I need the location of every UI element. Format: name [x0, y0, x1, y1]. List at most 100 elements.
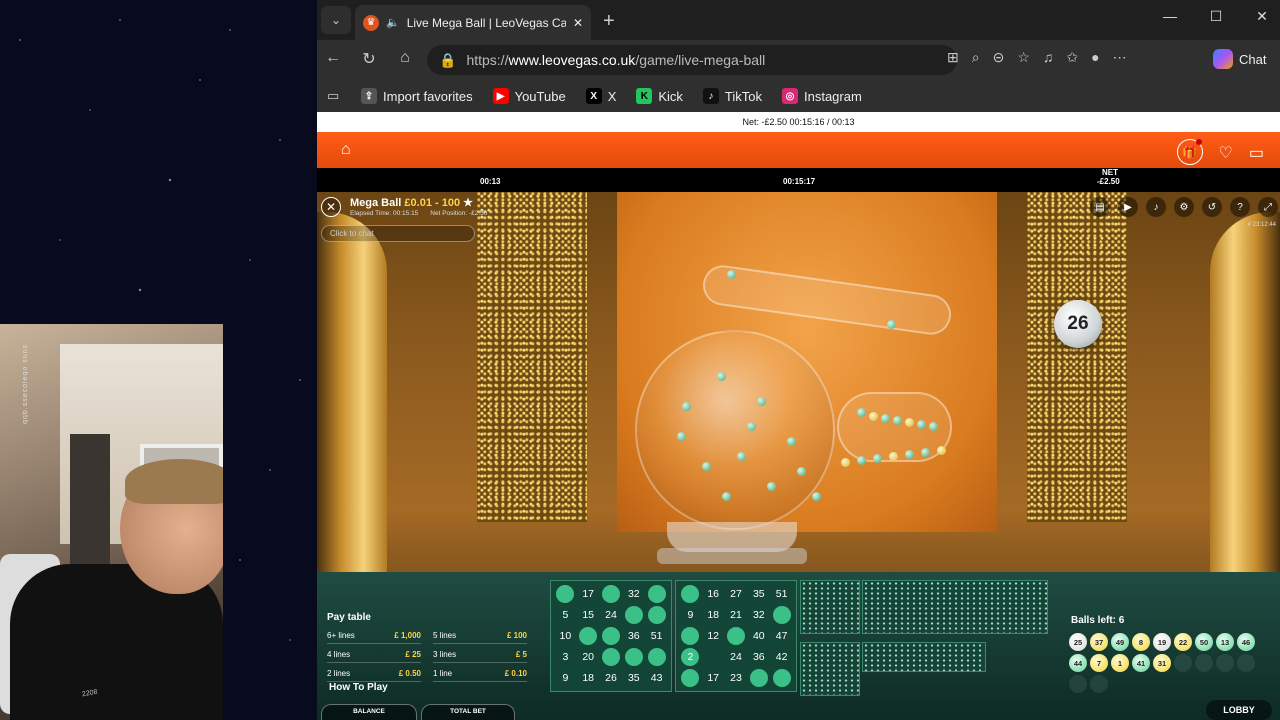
empty-ball-slot — [1216, 654, 1234, 672]
close-window-button[interactable]: ✕ — [1247, 8, 1277, 25]
card-cell: 16 — [707, 588, 720, 601]
url-field[interactable]: 🔒 https://www.leovegas.co.uk/game/live-m… — [427, 45, 957, 75]
media-icon[interactable]: ♫ — [1043, 49, 1054, 66]
balance-display: BALANCE — [321, 704, 417, 720]
machine-ball — [812, 492, 821, 501]
drawn-ball: 22 — [1174, 633, 1192, 651]
bookmark-x[interactable]: XX — [585, 88, 616, 104]
mini-card[interactable] — [800, 642, 860, 696]
machine-ball — [869, 412, 878, 421]
card-cell: 20 — [582, 650, 595, 663]
tab-sidebar-icon[interactable]: ▭ — [327, 88, 341, 104]
help-icon[interactable]: ? — [1230, 197, 1250, 217]
how-to-play-link[interactable]: How To Play — [329, 682, 388, 693]
bingo-card-2[interactable]: 16 27 35 51 9 18 21 32 12 40 47 2 24 36 42 17 23 — [675, 580, 797, 692]
card-cell — [577, 626, 600, 647]
card-cell: 9 — [562, 671, 569, 684]
copilot-chat-button[interactable]: Chat — [1213, 49, 1266, 69]
more-tools-icon[interactable]: ⊝ — [993, 49, 1005, 66]
tab-actions-button[interactable]: ⌄ — [321, 6, 351, 34]
lobby-button[interactable]: LOBBY — [1206, 700, 1272, 720]
chat-toggle-icon[interactable]: ▤ — [1090, 197, 1110, 217]
leovegas-favicon: ♛ — [363, 14, 379, 31]
info-net: -£2.50 — [1097, 177, 1120, 186]
drawn-ball: 41 — [1132, 654, 1150, 672]
machine-ball — [727, 270, 736, 279]
bookmark-label: YouTube — [514, 88, 566, 104]
history-icon[interactable]: ↺ — [1202, 197, 1222, 217]
home-button[interactable]: ⌂ — [393, 49, 417, 71]
import-icon: ⇪ — [361, 88, 377, 104]
paytable-row: 4 lines £ 25 — [327, 650, 421, 663]
settings-more-icon[interactable]: ⋯ — [1113, 49, 1127, 66]
machine-ball — [722, 492, 731, 501]
bookmark-label: Import favorites — [383, 88, 473, 104]
settings-gear-icon[interactable]: ⚙ — [1174, 197, 1194, 217]
empty-ball-slot — [1174, 654, 1192, 672]
mini-card[interactable] — [800, 580, 860, 634]
drawn-ball: 50 — [1195, 633, 1213, 651]
game-stage: 26 ✕ Mega Ball £0.01 - 100 ★ Elapsed Tim… — [317, 192, 1280, 720]
card-cell — [679, 626, 702, 647]
chat-input[interactable]: Click to chat — [321, 225, 475, 242]
machine-ball — [889, 452, 898, 461]
lock-icon[interactable]: 🔒 — [439, 52, 456, 69]
close-tab-icon[interactable]: ✕ — [573, 16, 583, 30]
drawn-ball: 46 — [1237, 633, 1255, 651]
favorites-icon[interactable]: ✩ — [1066, 49, 1078, 66]
video-icon[interactable]: ▶ — [1118, 197, 1138, 217]
maximize-button[interactable]: ☐ — [1201, 8, 1231, 25]
fullscreen-icon[interactable]: ⤢ — [1258, 197, 1278, 217]
machine-ball — [797, 467, 806, 476]
site-header: ⌂ 🎁 ♡ ▭ — [317, 132, 1280, 168]
mini-card-group[interactable] — [862, 580, 1048, 634]
drawn-ball: 7 — [1090, 654, 1108, 672]
card-cell: 35 — [627, 671, 640, 684]
back-button[interactable]: ← — [321, 49, 345, 71]
bookmark-tiktok[interactable]: ♪ TikTok — [702, 88, 762, 104]
bingo-card-1[interactable]: 17 32 5 15 24 10 36 51 3 20 9 18 26 35 43 — [550, 580, 672, 692]
profile-avatar-icon[interactable]: ● — [1091, 49, 1099, 66]
sound-icon[interactable]: ♪ — [1146, 197, 1166, 217]
info-time: 00:13 — [480, 177, 501, 186]
card-cell: 26 — [605, 671, 617, 684]
close-game-button[interactable]: ✕ — [321, 197, 341, 217]
speaker-icon[interactable]: 🔈 — [386, 16, 400, 29]
bookmark-import[interactable]: ⇪ Import favorites — [361, 88, 473, 104]
refresh-button[interactable]: ↻ — [357, 49, 381, 71]
drawn-ball: 31 — [1153, 654, 1171, 672]
card-cell: 15 — [582, 609, 595, 622]
url-scheme: https:// — [466, 52, 509, 68]
info-star-icon[interactable]: ★ — [463, 197, 473, 209]
wallet-icon[interactable]: ▭ — [1249, 143, 1264, 165]
heart-icon[interactable]: ♡ — [1219, 143, 1233, 165]
info-net-label: NET — [1102, 168, 1118, 177]
bookmark-kick[interactable]: K Kick — [636, 88, 683, 104]
copilot-icon — [1213, 49, 1233, 69]
elapsed-time: Elapsed Time: 00:15:15 — [350, 210, 419, 217]
zoom-icon[interactable]: ⌕ — [972, 49, 980, 66]
card-cell: 5 — [562, 609, 569, 622]
mini-card-group[interactable] — [862, 642, 986, 672]
card-cell — [600, 626, 623, 647]
bookmark-youtube[interactable]: ▶ YouTube — [492, 88, 566, 104]
address-bar-row: ← ↻ ⌂ 🔒 https://www.leovegas.co.uk/game/… — [317, 40, 1280, 80]
tab-title: Live Mega Ball | LeoVegas Casino — [406, 15, 566, 30]
machine-ball — [737, 452, 746, 461]
apps-icon[interactable]: ⊞ — [947, 49, 959, 66]
card-cell: 18 — [582, 671, 595, 684]
card-cell — [679, 667, 702, 688]
browser-window: ⌄ ♛ 🔈 Live Mega Ball | LeoVegas Casino ✕… — [317, 0, 1280, 720]
minimize-button[interactable]: — — [1155, 8, 1185, 24]
bookmark-instagram[interactable]: ◎ Instagram — [782, 88, 862, 104]
site-home-icon[interactable]: ⌂ — [341, 141, 351, 159]
drawn-ball: 1 — [1111, 654, 1129, 672]
new-tab-button[interactable]: + — [603, 10, 615, 33]
favorite-star-icon[interactable]: ☆ — [1017, 49, 1030, 66]
card-cell — [645, 646, 668, 667]
card-cell: 27 — [730, 588, 742, 601]
drawn-ball: 37 — [1090, 633, 1108, 651]
machine-ball — [873, 454, 882, 463]
tab-active[interactable]: ♛ 🔈 Live Mega Ball | LeoVegas Casino ✕ — [355, 5, 591, 40]
gift-icon[interactable]: 🎁 — [1176, 139, 1203, 165]
